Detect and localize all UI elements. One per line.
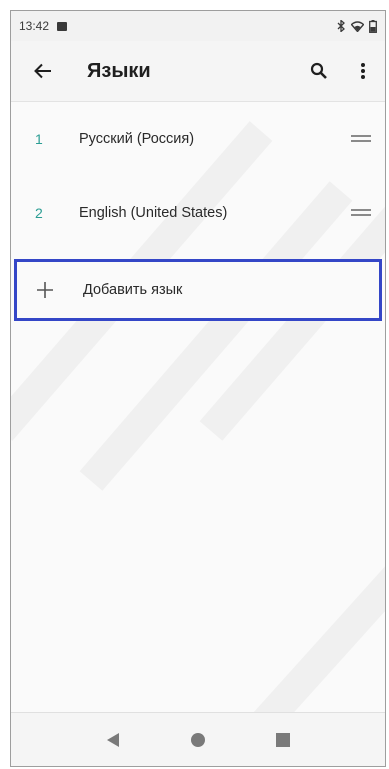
battery-icon bbox=[369, 19, 377, 33]
app-toolbar: Языки bbox=[11, 41, 385, 102]
status-time: 13:42 bbox=[19, 19, 50, 33]
search-button[interactable] bbox=[297, 49, 341, 93]
plus-icon bbox=[35, 280, 55, 300]
back-button[interactable] bbox=[15, 43, 71, 99]
nav-back-button[interactable] bbox=[91, 718, 135, 762]
bluetooth-icon bbox=[337, 20, 345, 32]
language-number: 2 bbox=[35, 205, 43, 221]
home-circle-icon bbox=[190, 732, 205, 747]
page-title: Языки bbox=[87, 59, 151, 82]
nav-home-button[interactable] bbox=[176, 718, 220, 762]
phone-screen: 13:42 Языки 1 Русский (Россия) 2 English… bbox=[10, 10, 386, 767]
drag-handle-icon[interactable] bbox=[351, 209, 371, 217]
status-bar: 13:42 bbox=[11, 11, 385, 41]
arrow-left-icon bbox=[34, 63, 51, 79]
language-name: English (United States) bbox=[79, 205, 228, 221]
more-options-button[interactable] bbox=[341, 49, 385, 93]
language-name: Русский (Россия) bbox=[79, 131, 195, 147]
notification-icon bbox=[57, 21, 68, 31]
nav-recents-button[interactable] bbox=[261, 718, 305, 762]
language-number: 1 bbox=[35, 131, 43, 147]
recents-square-icon bbox=[275, 732, 290, 747]
back-triangle-icon bbox=[107, 732, 120, 747]
language-list: 1 Русский (Россия) 2 English (United Sta… bbox=[11, 102, 385, 250]
toolbar-actions bbox=[297, 49, 385, 93]
wifi-icon bbox=[351, 20, 364, 32]
add-language-button[interactable]: Добавить язык bbox=[14, 259, 382, 321]
drag-handle-icon[interactable] bbox=[351, 135, 371, 143]
system-nav-bar bbox=[11, 712, 385, 766]
more-vert-icon bbox=[361, 63, 365, 79]
status-icons bbox=[337, 19, 377, 33]
search-icon bbox=[310, 62, 327, 79]
add-language-label: Добавить язык bbox=[83, 282, 183, 298]
language-item-en[interactable]: 2 English (United States) bbox=[11, 176, 385, 250]
language-item-ru[interactable]: 1 Русский (Россия) bbox=[11, 102, 385, 176]
